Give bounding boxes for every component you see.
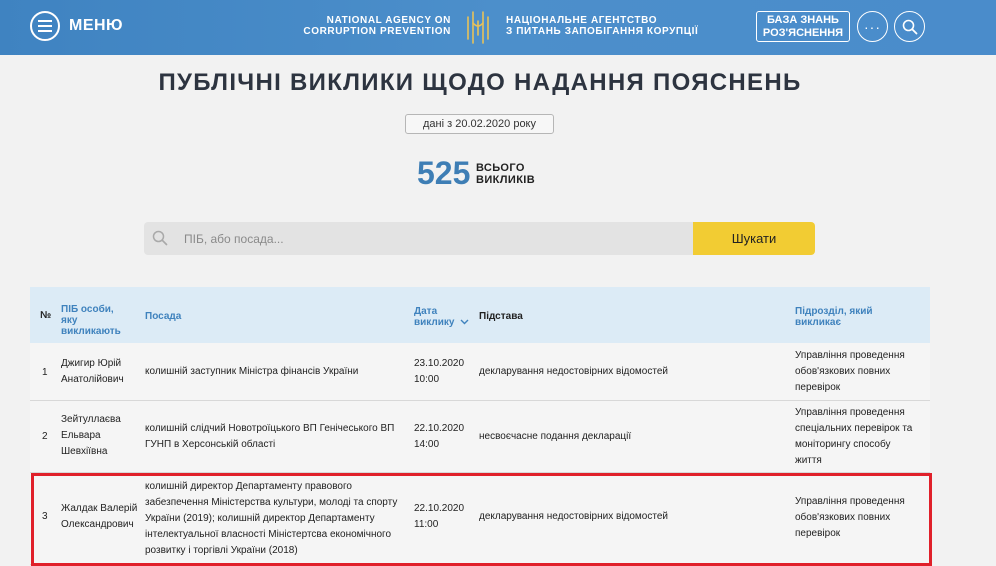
row-department-line: Управління проведення: [795, 496, 905, 507]
row-num: 3: [42, 511, 48, 522]
header-line: Дата: [414, 306, 438, 317]
more-icon[interactable]: ···: [857, 11, 888, 42]
header-line: ПІБ особи,: [61, 304, 114, 315]
agency-ua-line: З ПИТАНЬ ЗАПОБІГАННЯ КОРУПЦІЇ: [506, 26, 699, 37]
row-date: 22.10.2020 11:00: [414, 501, 464, 533]
search-input[interactable]: [184, 222, 684, 255]
row-date-line: 23.10.2020: [414, 358, 465, 369]
col-position-header[interactable]: Посада: [145, 311, 181, 322]
row-name-line: Жалдак Валерій: [61, 503, 138, 514]
agency-en-line: CORRUPTION PREVENTION: [303, 26, 451, 37]
row-date-line: 22.10.2020: [414, 503, 465, 514]
search-submit-button[interactable]: Шукати: [693, 222, 815, 255]
header-line: викликають: [61, 326, 121, 337]
row-department-line: обов'язкових повних: [795, 512, 891, 523]
header-line: виклику: [414, 317, 469, 328]
agency-name-en: NATIONAL AGENCY ON CORRUPTION PREVENTION: [300, 15, 451, 37]
row-date-line: 10:00: [414, 374, 440, 385]
col-department-header[interactable]: Підрозділ, який викликає: [795, 306, 873, 328]
search-field[interactable]: [144, 222, 694, 255]
row-name-line: Анатолійович: [61, 374, 124, 385]
row-name: Зейтуллаєва Ельвара Шевхіївна: [61, 412, 121, 460]
agency-en-line: NATIONAL AGENCY ON: [326, 15, 451, 26]
header-line: Підрозділ, який: [795, 306, 873, 317]
row-name-line: Зейтуллаєва: [61, 414, 121, 425]
row-department: Управління проведення обов'язкових повни…: [795, 494, 905, 542]
table-row[interactable]: 2 Зейтуллаєва Ельвара Шевхіївна колишній…: [30, 401, 930, 473]
row-department-line: перевірок: [795, 528, 841, 539]
count-label-line: ВИКЛИКІВ: [476, 174, 536, 186]
nazk-logo-icon[interactable]: [464, 9, 494, 45]
row-position-line: колишній директор Департаменту правового: [145, 481, 352, 492]
total-count-label: ВСЬОГО ВИКЛИКІВ: [476, 162, 535, 186]
kb-button-line: РОЗ'ЯСНЕННЯ: [762, 27, 844, 39]
site-header: МЕНЮ NATIONAL AGENCY ON CORRUPTION PREVE…: [0, 0, 996, 55]
search-icon: [902, 19, 917, 34]
row-date-line: 11:00: [414, 519, 439, 530]
row-name-line: Олександрович: [61, 519, 134, 530]
row-position: колишній слідчий Новотроїцького ВП Геніч…: [145, 421, 394, 453]
row-position-line: розвитку і торгівлі України (2018): [145, 545, 298, 556]
row-date-line: 14:00: [414, 439, 440, 450]
table-row[interactable]: 1 Джигир Юрій Анатолійович колишній заст…: [30, 343, 930, 401]
row-position: колишній директор Департаменту правового…: [145, 479, 397, 559]
row-department: Управління проведення обов'язкових повни…: [795, 348, 905, 396]
row-position-line: ГУНП в Херсонській області: [145, 439, 276, 450]
row-date: 23.10.2020 10:00: [414, 356, 464, 388]
col-num-header: №: [40, 310, 52, 321]
row-date: 22.10.2020 14:00: [414, 421, 464, 453]
col-reason-header: Підстава: [479, 311, 523, 322]
row-department-line: Управління проведення: [795, 407, 905, 418]
header-search-button[interactable]: [894, 11, 925, 42]
row-reason: несвоєчасне подання декларації: [479, 431, 632, 442]
row-position-line: забезпечення Міністерства культури, моло…: [145, 497, 398, 508]
row-position-line: інтелектуальної власності Міністертсва е…: [145, 529, 392, 540]
menu-icon[interactable]: [30, 11, 60, 41]
agency-name-ua: НАЦІОНАЛЬНЕ АГЕНТСТВО З ПИТАНЬ ЗАПОБІГАН…: [506, 15, 698, 37]
row-department-line: перевірок: [795, 382, 841, 393]
table-row[interactable]: 3 Жалдак Валерій Олександрович колишній …: [30, 473, 930, 565]
row-name-line: Шевхіївна: [61, 446, 108, 457]
row-department-line: обов'язкових повних: [795, 366, 891, 377]
header-line: яку: [61, 315, 78, 326]
chevron-down-icon[interactable]: [460, 319, 469, 325]
count-label-line: ВСЬОГО: [476, 162, 525, 174]
date-note-badge: дані з 20.02.2020 року: [405, 114, 554, 134]
page-title: ПУБЛІЧНІ ВИКЛИКИ ЩОДО НАДАННЯ ПОЯСНЕНЬ: [158, 69, 802, 96]
table-header: № ПІБ особи, яку викликають Посада Дата …: [30, 287, 930, 343]
row-department-line: спеціальних перевірок та: [795, 423, 913, 434]
row-department: Управління проведення спеціальних переві…: [795, 405, 912, 469]
row-department-line: моніторингу способу: [795, 439, 891, 450]
kb-button-line: БАЗА ЗНАНЬ: [767, 14, 839, 26]
col-name-header[interactable]: ПІБ особи, яку викликають: [61, 304, 121, 337]
row-num: 2: [42, 431, 48, 442]
row-num: 1: [42, 367, 48, 378]
row-name-line: Ельвара: [61, 430, 101, 441]
row-reason: декларування недостовірних відомостей: [479, 511, 668, 522]
row-department-line: життя: [795, 455, 822, 466]
row-position-line: України (2019); колишній директор Департ…: [145, 513, 375, 524]
col-date-header[interactable]: Дата виклику: [414, 306, 469, 328]
menu-label[interactable]: МЕНЮ: [69, 17, 123, 35]
search-icon: [152, 230, 168, 246]
row-date-line: 22.10.2020: [414, 423, 465, 434]
row-name: Джигир Юрій Анатолійович: [61, 356, 124, 388]
total-count: 525: [417, 155, 471, 191]
row-name-line: Джигир Юрій: [61, 358, 122, 369]
calls-table: № ПІБ особи, яку викликають Посада Дата …: [30, 287, 930, 565]
row-position: колишній заступник Міністра фінансів Укр…: [145, 366, 359, 377]
knowledge-base-button[interactable]: БАЗА ЗНАНЬ РОЗ'ЯСНЕННЯ: [756, 11, 850, 42]
row-reason: декларування недостовірних відомостей: [479, 366, 668, 377]
header-line: викликає: [795, 317, 842, 328]
row-position-line: колишній слідчий Новотроїцького ВП Геніч…: [145, 423, 395, 434]
row-name: Жалдак Валерій Олександрович: [61, 501, 137, 533]
agency-ua-line: НАЦІОНАЛЬНЕ АГЕНТСТВО: [506, 15, 658, 26]
row-department-line: Управління проведення: [795, 350, 905, 361]
